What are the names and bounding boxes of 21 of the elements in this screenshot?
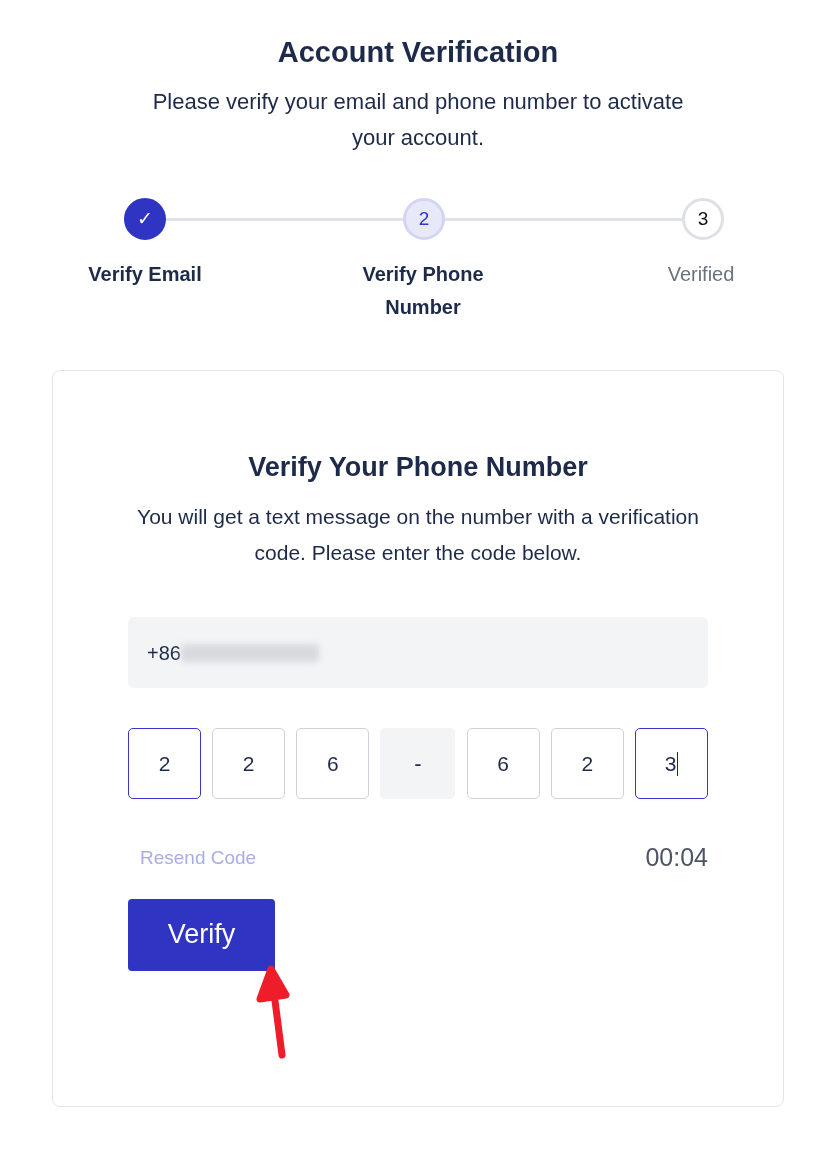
page-title: Account Verification [277,35,559,70]
page-subtitle: Please verify your email and phone number to activate your account. [151,88,685,152]
step-marker: 2 [403,198,445,240]
step-marker: 3 [682,198,724,240]
code-digit-field[interactable]: 2 [212,728,286,799]
step-label: Verified [666,262,736,287]
code-digit-field[interactable]: 2 [550,728,624,799]
code-digit-field[interactable]: 3 [634,728,708,799]
code-digit-field[interactable]: 6 [466,728,540,799]
step-label: Verify Phone Number [361,262,485,320]
countdown-timer: 00:04 [645,842,708,873]
card-description: You will get a text message on the number with a verification code. Please enter the code below. [136,504,700,566]
phone-field[interactable]: +86 [128,617,708,688]
verify-button[interactable]: Verify [128,898,275,971]
step-marker: ✓ [124,198,166,240]
step-label: Verify Email [87,262,203,287]
card-title: Verify Your Phone Number [247,451,589,484]
code-digit-field[interactable]: 2 [128,728,201,799]
code-digit-field[interactable]: 6 [296,728,370,799]
phone-value: +86 [147,640,181,666]
code-separator: - [380,728,456,799]
